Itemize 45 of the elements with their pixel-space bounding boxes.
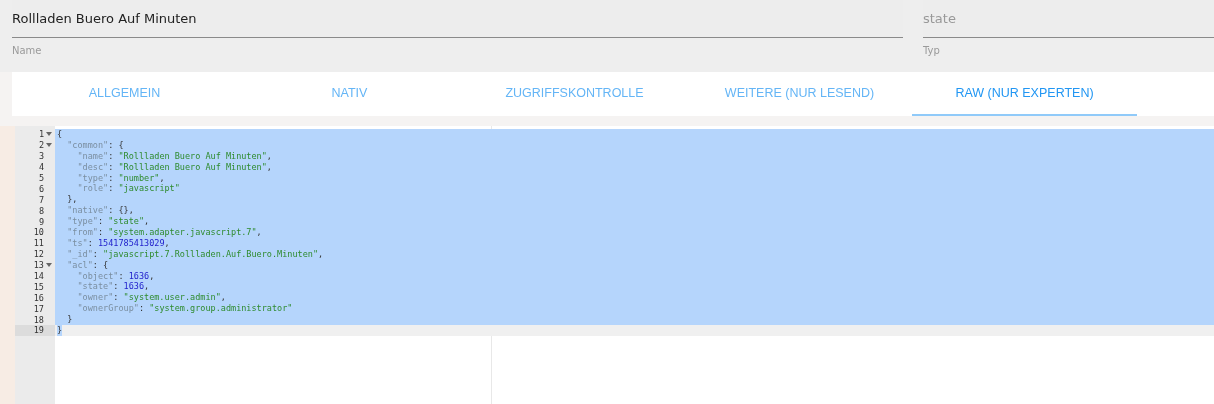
code-line: "ts": 1541785413029, [66,237,170,249]
line-number: 14 [33,271,44,281]
tab[interactable]: NATIV [237,72,462,116]
code-line: "object": 1636, [76,270,155,282]
fold-arrow-icon[interactable] [45,263,52,268]
code-line: "type": "number", [76,172,165,184]
code-line: "state": 1636, [76,281,150,293]
tab[interactable]: ZUGRIFFSKONTROLLE [462,72,687,116]
code-line: "type": "state", [66,216,150,228]
tab[interactable]: WEITERE (NUR LESEND) [687,72,912,116]
tab[interactable]: RAW (NUR EXPERTEN) [912,72,1137,116]
line-number: 7 [38,194,44,205]
line-number: 18 [33,314,44,325]
line-number: 9 [38,216,44,227]
code-line: } [66,314,73,326]
code-line: "role": "javascript" [76,183,180,195]
line-number: 3 [38,151,44,162]
code-line: }, [66,194,78,206]
line-number: 19 [33,325,44,336]
code-line: "from": "system.adapter.javascript.7", [66,227,262,238]
code-line: "ownerGroup": "system.group.administrator" [76,303,293,315]
line-number: 2 [38,140,44,151]
code-line: "name": "Rollladen Buero Auf Minuten", [76,150,272,162]
code-line: "acl": { [66,259,109,271]
line-number: 4 [38,162,44,173]
line-number: 15 [33,281,44,292]
field-label: Typ [923,45,940,56]
line-number: 17 [33,303,44,314]
code-line: { [57,129,63,140]
code-line: "desc": "Rollladen Buero Auf Minuten", [76,161,272,173]
code-line: "owner": "system.user.admin", [76,292,226,304]
line-number: 5 [38,173,44,183]
line-number: 10 [33,227,44,238]
line-number: 13 [33,260,44,271]
line-number: 8 [38,205,44,216]
line-number: 1 [38,129,44,140]
code-line: "_id": "javascript.7.Rollladen.Auf.Buero.Minuten", [66,248,324,260]
line-number: 6 [38,183,44,194]
code-line: "common": { [66,139,124,151]
line-number: 12 [33,249,44,260]
line-number: 11 [33,238,44,249]
tab[interactable]: ALLGEMEIN [12,72,237,116]
code-line: "native": {}, [66,205,134,217]
field-label: Name [12,45,42,56]
line-number: 16 [33,292,44,303]
